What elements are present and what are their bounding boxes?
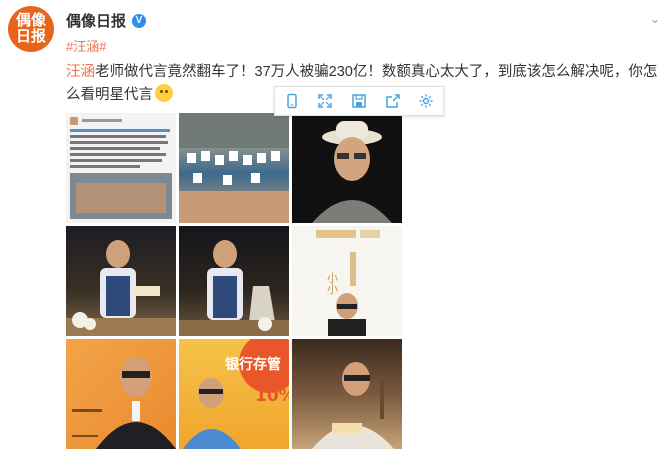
avatar-text-line1: 偶像 — [15, 12, 46, 29]
photo-8-label-top: 银行存管 — [225, 356, 281, 373]
image-toolbar — [274, 86, 444, 116]
account-name[interactable]: 偶像日报 — [66, 10, 126, 31]
photo-1-art — [70, 117, 172, 219]
hashtag-link[interactable]: #汪涵# — [66, 36, 106, 55]
photo-8-label-pct: 10% — [255, 386, 289, 406]
settings-icon[interactable] — [413, 90, 439, 112]
photo-1[interactable] — [66, 113, 176, 223]
photo-2[interactable] — [179, 113, 289, 223]
photo-5-art — [179, 240, 289, 336]
photo-6-label: 小小 — [326, 272, 339, 295]
share-icon[interactable] — [380, 90, 406, 112]
expand-icon[interactable] — [312, 90, 338, 112]
photo-grid: 小小 银行存管 10% — [66, 113, 403, 450]
photo-6-art: 小小 — [316, 230, 380, 336]
save-icon[interactable] — [346, 90, 372, 112]
photo-3-art — [312, 121, 392, 223]
photo-2-art — [179, 113, 289, 223]
photo-6[interactable]: 小小 — [292, 226, 402, 336]
account-avatar[interactable]: 偶像 日报 — [8, 6, 54, 52]
verified-badge-icon: V — [132, 13, 147, 28]
photo-7[interactable] — [66, 339, 176, 449]
mobile-view-icon[interactable] — [279, 90, 305, 112]
photo-8[interactable]: 银行存管 10% — [179, 339, 289, 449]
photo-7-art — [72, 357, 176, 449]
photo-9-art — [312, 362, 394, 449]
account-name-row: 偶像日报 V — [66, 10, 147, 31]
thinking-face-emoji-icon — [155, 84, 173, 102]
photo-4[interactable] — [66, 226, 176, 336]
post-menu-chevron-icon[interactable]: ⌄ — [650, 12, 660, 26]
avatar-text-line2: 日报 — [15, 28, 46, 45]
photo-9[interactable] — [292, 339, 402, 449]
photo-8-art: 银行存管 10% — [183, 339, 289, 449]
photo-5[interactable] — [179, 226, 289, 336]
mention-link[interactable]: 汪涵 — [66, 64, 95, 80]
photo-4-art — [66, 240, 176, 336]
photo-3[interactable] — [292, 113, 402, 223]
